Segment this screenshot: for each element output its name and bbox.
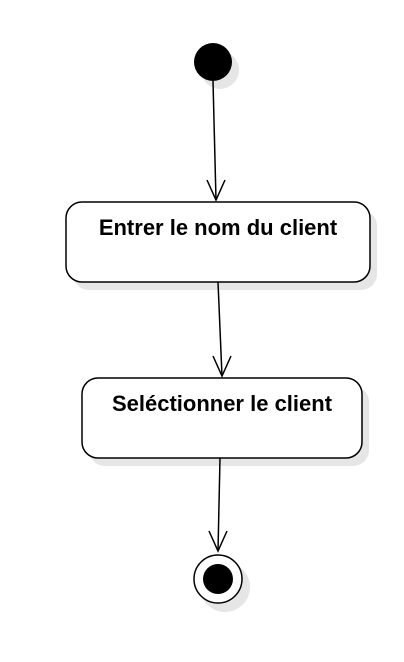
action-box <box>81 377 363 459</box>
final-node-core <box>203 564 233 594</box>
edge-entrer-to-selectionner[interactable] <box>212 281 232 378</box>
initial-node[interactable] <box>194 43 232 81</box>
action-selectionner-client[interactable]: Seléctionner le client <box>81 377 363 459</box>
final-node[interactable] <box>193 554 243 604</box>
edge-start-to-entrer[interactable] <box>206 80 226 202</box>
activity-diagram: Entrer le nom du client Seléctionner le … <box>65 43 377 612</box>
action-entrer-nom-client[interactable]: Entrer le nom du client <box>65 201 371 283</box>
edge-line <box>212 80 217 201</box>
edge-selectionner-to-final[interactable] <box>208 457 228 553</box>
action-box <box>65 201 371 283</box>
action-label: Entrer le nom du client <box>99 215 338 240</box>
edge-line <box>217 457 221 552</box>
edge-line <box>217 281 223 377</box>
action-label: Seléctionner le client <box>112 391 333 416</box>
shadows <box>73 51 377 612</box>
